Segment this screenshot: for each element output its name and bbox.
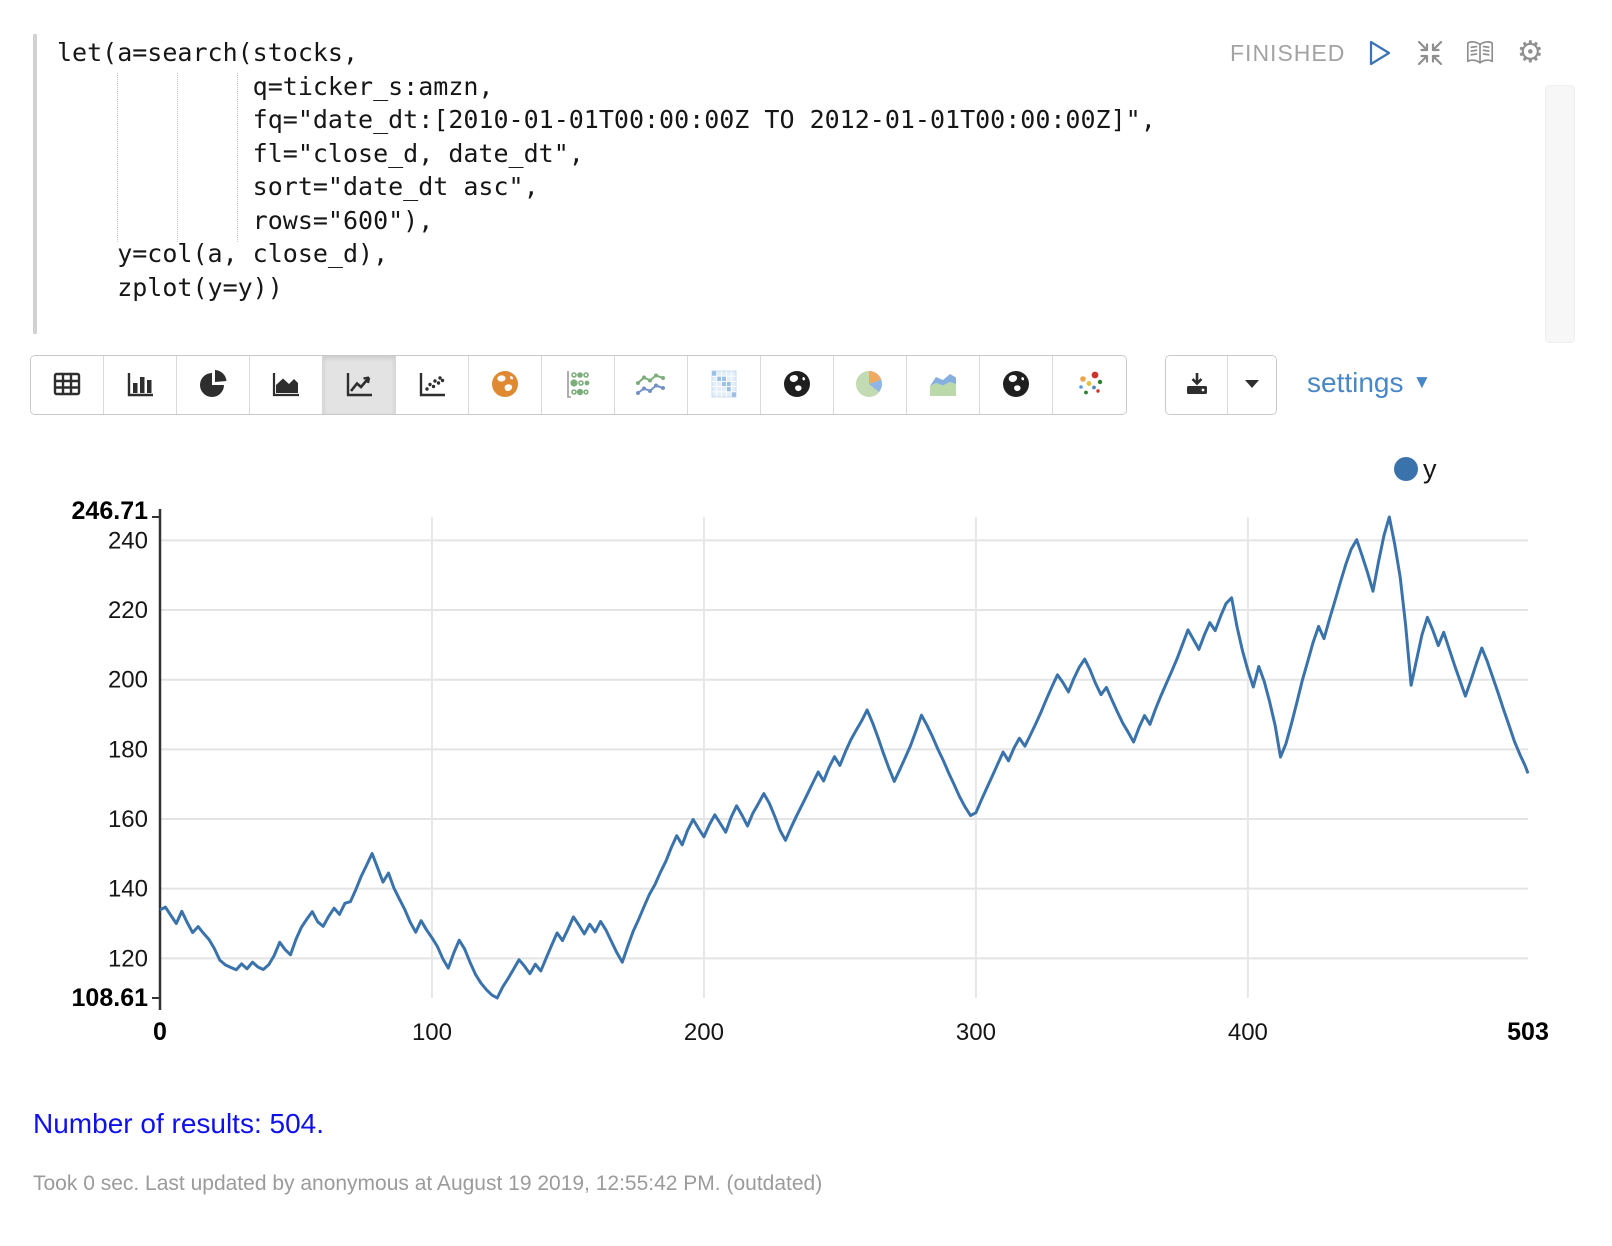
chart-type-area-button[interactable] <box>250 356 323 414</box>
chart-type-heatmap-button[interactable] <box>688 356 761 414</box>
chart-type-map-button[interactable] <box>469 356 542 414</box>
editor-scrollbar[interactable] <box>1545 85 1575 343</box>
chart-type-toolbar: settings ▼ <box>0 355 1612 415</box>
gear-icon[interactable]: ⚙ <box>1515 38 1545 68</box>
download-icon <box>1183 371 1211 400</box>
area-chart-icon <box>271 370 301 401</box>
code-line: let(a=search(stocks, <box>57 36 1156 70</box>
x-tick-label: 100 <box>412 1019 452 1046</box>
globe-orange-icon <box>490 369 520 402</box>
indent-guide <box>117 73 118 242</box>
chart-type-group <box>30 355 1127 415</box>
y-tick-label: 140 <box>108 876 148 903</box>
y-tick-label: 120 <box>108 945 148 972</box>
chart-type-scatter-button[interactable] <box>396 356 469 414</box>
download-options-button[interactable] <box>1228 356 1276 414</box>
y-tick-label: 240 <box>108 527 148 554</box>
y-tick-label: 180 <box>108 736 148 763</box>
area-colored-icon <box>927 369 959 402</box>
status-badge: FINISHED <box>1230 40 1345 67</box>
paragraph-controls: FINISHED ⚙ <box>1230 38 1545 68</box>
x-tick-label: 300 <box>956 1019 996 1046</box>
line-chart-icon <box>344 370 374 401</box>
indent-guide <box>237 73 238 242</box>
caret-down-icon <box>1241 377 1263 394</box>
table-icon <box>52 370 82 401</box>
paragraph-status-line: Took 0 sec. Last updated by anonymous at… <box>33 1172 822 1196</box>
y-max-label: 246.71 <box>72 497 149 525</box>
pie-chart-icon <box>198 369 228 402</box>
pie-colored-icon <box>854 368 886 403</box>
line-chart: 120 140 160 180 200 220 240246.71 108.610 100 200… <box>0 440 1612 1050</box>
chart-type-table-button[interactable] <box>31 356 104 414</box>
x-tick-label: 400 <box>1228 1019 1268 1046</box>
scatter-chart-icon <box>417 370 447 401</box>
series-line <box>160 517 1528 998</box>
code-line: rows="600"), <box>57 204 1156 238</box>
code-line: y=col(a, close_d), <box>57 237 1156 271</box>
scatter-colored-icon <box>1075 369 1105 402</box>
legend-label[interactable]: y <box>1423 454 1437 484</box>
chart-type-pie2-button[interactable] <box>834 356 907 414</box>
chart-type-line-button[interactable] <box>323 356 396 414</box>
globe-dark-icon <box>782 369 812 402</box>
code-editor[interactable]: let(a=search(stocks, q=ticker_s:amzn, fq… <box>30 28 1542 340</box>
code-line: fq="date_dt:[2010-01-01T00:00:00Z TO 201… <box>57 103 1156 137</box>
chart-type-area2-button[interactable] <box>907 356 980 414</box>
x-tick-label: 503 <box>1507 1018 1549 1046</box>
indent-guide <box>177 73 178 242</box>
chart-type-bubble-button[interactable] <box>542 356 615 414</box>
multi-line-chart-icon <box>635 370 667 401</box>
collapse-icon[interactable] <box>1415 38 1445 68</box>
settings-label: settings <box>1307 367 1404 399</box>
bubble-chart-icon <box>563 369 593 402</box>
bar-chart-icon <box>125 370 155 401</box>
chart-type-bar-button[interactable] <box>104 356 177 414</box>
zeppelin-paragraph: let(a=search(stocks, q=ticker_s:amzn, fq… <box>0 0 1612 1246</box>
download-button[interactable] <box>1166 356 1228 414</box>
play-icon[interactable] <box>1365 38 1395 68</box>
editor-gutter-bar <box>33 34 37 334</box>
globe-dark2-icon <box>1001 369 1031 402</box>
code-line: zplot(y=y)) <box>57 271 1156 305</box>
y-tick-label: 220 <box>108 597 148 624</box>
heatmap-icon <box>709 369 739 402</box>
x-tick-label: 0 <box>153 1018 167 1046</box>
code-line: fl="close_d, date_dt", <box>57 137 1156 171</box>
y-tick-label: 200 <box>108 667 148 694</box>
chart-type-scatter2-button[interactable] <box>1053 356 1126 414</box>
code-line: q=ticker_s:amzn, <box>57 70 1156 104</box>
settings-toggle[interactable]: settings ▼ <box>1307 367 1431 399</box>
settings-caret-icon: ▼ <box>1413 372 1432 394</box>
chart-type-pie-button[interactable] <box>177 356 250 414</box>
download-group <box>1165 355 1277 415</box>
code-text[interactable]: let(a=search(stocks, q=ticker_s:amzn, fq… <box>57 36 1156 304</box>
chart-type-globe-button[interactable] <box>761 356 834 414</box>
chart-type-globe2-button[interactable] <box>980 356 1053 414</box>
legend-dot[interactable] <box>1394 457 1418 481</box>
x-tick-label: 200 <box>684 1019 724 1046</box>
book-icon[interactable] <box>1465 38 1495 68</box>
code-line: sort="date_dt asc", <box>57 170 1156 204</box>
results-summary: Number of results: 504. <box>33 1108 324 1140</box>
y-min-label: 108.61 <box>72 984 149 1012</box>
y-tick-label: 160 <box>108 806 148 833</box>
chart-type-multiline-button[interactable] <box>615 356 688 414</box>
